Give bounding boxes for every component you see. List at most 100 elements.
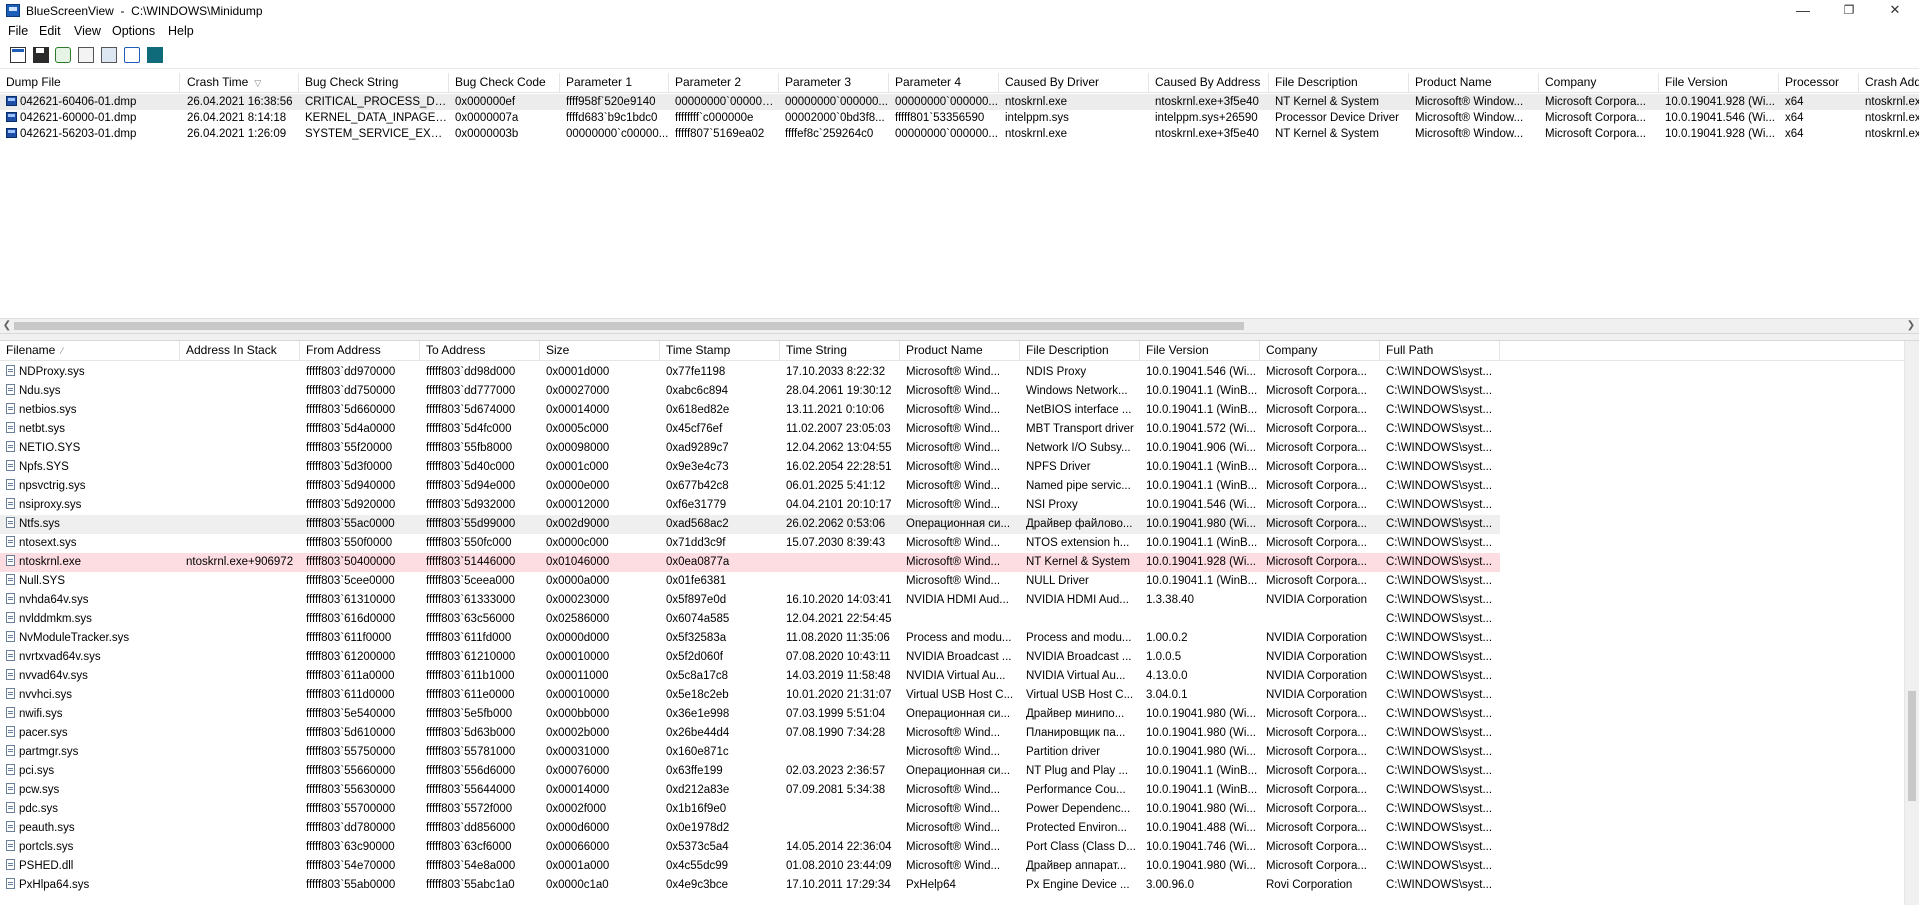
- column-header-file-version[interactable]: File Version: [1140, 341, 1260, 360]
- module-row[interactable]: nsiproxy.sys fffff803`5d920000 fffff803`5d…: [0, 496, 1500, 515]
- module-row[interactable]: npsvctrig.sys fffff803`5d940000 fffff803`5…: [0, 477, 1500, 496]
- module-row[interactable]: nvhda64v.sys fffff803`61310000 fffff803`61…: [0, 591, 1500, 610]
- column-header-filename[interactable]: Filename ⁄: [0, 341, 180, 360]
- module-row[interactable]: Ntfs.sys fffff803`55ac0000 fffff803`55d990…: [0, 515, 1500, 534]
- cell-from-address: fffff803`55630000: [300, 781, 420, 800]
- cell-full-path: C:\WINDOWS\syst...: [1380, 572, 1500, 591]
- column-header-time-stamp[interactable]: Time Stamp: [660, 341, 780, 360]
- column-header-parameter-2[interactable]: Parameter 2: [669, 73, 779, 92]
- cell-text: 10.0.19041.980 (Wi...: [1146, 746, 1256, 758]
- scroll-right-icon[interactable]: ❯: [1904, 319, 1918, 333]
- maximize-button[interactable]: ❐: [1826, 0, 1872, 22]
- column-header-from-address[interactable]: From Address: [300, 341, 420, 360]
- dump-list-horizontal-scrollbar[interactable]: ❮ ❯: [0, 318, 1919, 333]
- column-header-company[interactable]: Company: [1539, 73, 1659, 92]
- cell-filename: NDProxy.sys: [0, 363, 180, 382]
- module-list-vertical-scrollbar[interactable]: [1904, 341, 1919, 905]
- html-report-icon[interactable]: [101, 47, 117, 63]
- close-button[interactable]: ✕: [1872, 0, 1918, 22]
- module-row[interactable]: partmgr.sys fffff803`55750000 fffff803`557…: [0, 743, 1500, 762]
- column-header-parameter-1[interactable]: Parameter 1: [560, 73, 669, 92]
- column-header-address-in-stack[interactable]: Address In Stack: [180, 341, 300, 360]
- cell-file-description: MBT Transport driver: [1020, 420, 1140, 439]
- cell-text: 0xad9289c7: [666, 442, 729, 454]
- module-row[interactable]: nwifi.sys fffff803`5e540000 fffff803`5e5fb…: [0, 705, 1500, 724]
- module-row[interactable]: nvlddmkm.sys fffff803`616d0000 fffff803`63…: [0, 610, 1500, 629]
- refresh-icon[interactable]: [55, 47, 71, 63]
- cell-file-version: 10.0.19041.1 (WinB...: [1140, 781, 1260, 800]
- menu-options[interactable]: Options: [112, 24, 155, 38]
- module-row[interactable]: peauth.sys fffff803`dd780000 fffff803`dd85…: [0, 819, 1500, 838]
- cell-file-description: NPFS Driver: [1020, 458, 1140, 477]
- module-row[interactable]: Null.SYS fffff803`5cee0000 fffff803`5ceea0…: [0, 572, 1500, 591]
- module-row[interactable]: pdc.sys fffff803`55700000 fffff803`5572f00…: [0, 800, 1500, 819]
- dump-list[interactable]: Dump File Crash Time ▽ Bug Check String Bug …: [0, 73, 1919, 320]
- cell-file-version: 10.0.19041.746 (Wi...: [1140, 838, 1260, 857]
- column-header-crash-address[interactable]: Crash Address: [1859, 73, 1919, 92]
- cell-text: CRITICAL_PROCESS_DIED: [305, 96, 449, 108]
- column-header-bug-check-string[interactable]: Bug Check String: [299, 73, 449, 92]
- module-row[interactable]: nvvad64v.sys fffff803`611a0000 fffff803`61…: [0, 667, 1500, 686]
- module-row[interactable]: NvModuleTracker.sys fffff803`611f0000 ffff…: [0, 629, 1500, 648]
- column-header-caused-by-address[interactable]: Caused By Address: [1149, 73, 1269, 92]
- column-header-caused-by-driver[interactable]: Caused By Driver: [999, 73, 1149, 92]
- module-list[interactable]: Filename ⁄ Address In Stack From Address To …: [0, 341, 1904, 905]
- save-icon[interactable]: [33, 47, 49, 63]
- find-icon[interactable]: [124, 47, 140, 63]
- menu-file[interactable]: File: [8, 24, 28, 38]
- column-header-processor[interactable]: Processor: [1779, 73, 1859, 92]
- module-row[interactable]: pcw.sys fffff803`55630000 fffff803`5564400…: [0, 781, 1500, 800]
- column-header-parameter-3[interactable]: Parameter 3: [779, 73, 889, 92]
- scrollbar-thumb[interactable]: [14, 322, 1244, 330]
- module-row[interactable]: netbt.sys fffff803`5d4a0000 fffff803`5d4fc…: [0, 420, 1500, 439]
- column-header-file-description[interactable]: File Description: [1020, 341, 1140, 360]
- cell-text: Named pipe servic...: [1026, 480, 1131, 492]
- cell-text: fffff803`dd780000: [306, 822, 396, 834]
- minimize-button[interactable]: —: [1780, 0, 1826, 22]
- column-header-size[interactable]: Size: [540, 341, 660, 360]
- scroll-left-icon[interactable]: ❮: [0, 319, 14, 333]
- cell-text: 3.00.96.0: [1146, 879, 1194, 891]
- module-row[interactable]: Ndu.sys fffff803`dd750000 fffff803`dd77700…: [0, 382, 1500, 401]
- column-header-parameter-4[interactable]: Parameter 4: [889, 73, 999, 92]
- module-row[interactable]: nvrtxvad64v.sys fffff803`61200000 fffff803…: [0, 648, 1500, 667]
- menu-view[interactable]: View: [74, 24, 101, 38]
- column-header-dump-file[interactable]: Dump File: [0, 73, 180, 92]
- dump-row[interactable]: 042621-60000-01.dmp 26.04.2021 8:14:18 KER…: [0, 110, 1919, 126]
- properties-icon[interactable]: [10, 47, 26, 63]
- module-row[interactable]: PSHED.dll fffff803`54e70000 fffff803`54e8a…: [0, 857, 1500, 876]
- module-row[interactable]: ntoskrnl.exe ntoskrnl.exe+906972 fffff803`…: [0, 553, 1500, 572]
- exit-icon[interactable]: [147, 47, 163, 63]
- cell-file-version: 10.0.19041.1 (WinB...: [1140, 762, 1260, 781]
- column-header-product-name[interactable]: Product Name: [900, 341, 1020, 360]
- column-header-company[interactable]: Company: [1260, 341, 1380, 360]
- cell-text: fffff803`611e0000: [426, 689, 515, 701]
- module-row[interactable]: pci.sys fffff803`55660000 fffff803`556d600…: [0, 762, 1500, 781]
- menu-help[interactable]: Help: [168, 24, 194, 38]
- cell-text: 1.0.0.5: [1146, 651, 1182, 663]
- column-header-file-version[interactable]: File Version: [1659, 73, 1779, 92]
- column-header-full-path[interactable]: Full Path: [1380, 341, 1500, 360]
- scrollbar-thumb[interactable]: [1908, 691, 1916, 801]
- column-header-time-string[interactable]: Time String: [780, 341, 900, 360]
- column-header-to-address[interactable]: To Address: [420, 341, 540, 360]
- module-row[interactable]: netbios.sys fffff803`5d660000 fffff803`5d6…: [0, 401, 1500, 420]
- module-row[interactable]: pacer.sys fffff803`5d610000 fffff803`5d63b…: [0, 724, 1500, 743]
- column-header-file-description[interactable]: File Description: [1269, 73, 1409, 92]
- module-row[interactable]: NDProxy.sys fffff803`dd970000 fffff803`dd9…: [0, 363, 1500, 382]
- column-header-product-name[interactable]: Product Name: [1409, 73, 1539, 92]
- copy-icon[interactable]: [78, 47, 94, 63]
- module-row[interactable]: Npfs.SYS fffff803`5d3f0000 fffff803`5d40c0…: [0, 458, 1500, 477]
- module-row[interactable]: nvvhci.sys fffff803`611d0000 fffff803`611e…: [0, 686, 1500, 705]
- pane-splitter[interactable]: [0, 333, 1919, 341]
- module-row[interactable]: PxHlpa64.sys fffff803`55ab0000 fffff803`55…: [0, 876, 1500, 895]
- menu-edit[interactable]: Edit: [39, 24, 61, 38]
- column-header-crash-time[interactable]: Crash Time ▽: [181, 73, 299, 92]
- module-row[interactable]: NETIO.SYS fffff803`55f20000 fffff803`55fb8…: [0, 439, 1500, 458]
- dump-row[interactable]: 042621-56203-01.dmp 26.04.2021 1:26:09 SYS…: [0, 126, 1919, 142]
- dump-row[interactable]: 042621-60406-01.dmp 26.04.2021 16:38:56 CR…: [0, 94, 1919, 110]
- column-header-bug-check-code[interactable]: Bug Check Code: [449, 73, 560, 92]
- module-row[interactable]: portcls.sys fffff803`63c90000 fffff803`63c…: [0, 838, 1500, 857]
- module-row[interactable]: ntosext.sys fffff803`550f0000 fffff803`550…: [0, 534, 1500, 553]
- cell-filename: nwifi.sys: [0, 705, 180, 724]
